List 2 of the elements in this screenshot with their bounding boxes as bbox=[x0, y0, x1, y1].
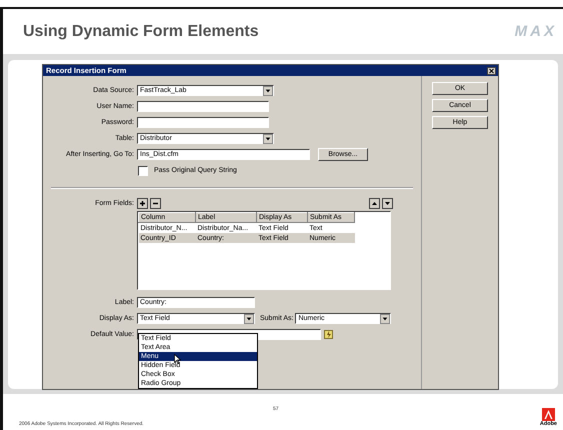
logo: MAX bbox=[514, 23, 557, 40]
slide-title: Using Dynamic Form Elements bbox=[23, 22, 259, 40]
